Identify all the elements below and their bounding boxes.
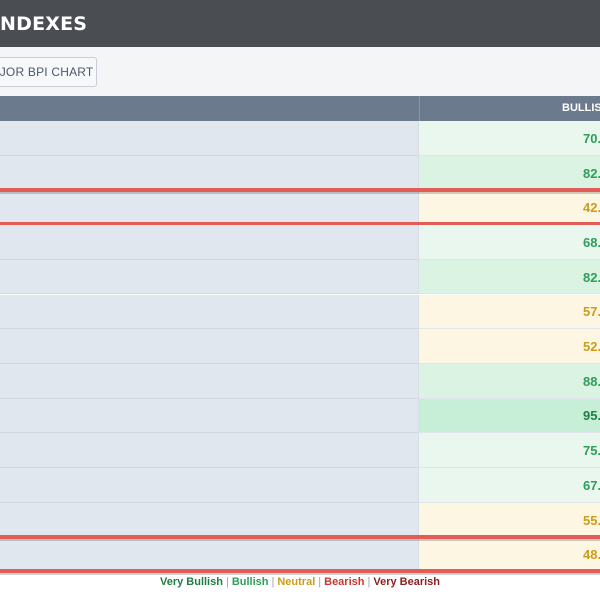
index-name-cell[interactable] [0, 363, 418, 399]
bullish-percent-value: 48. [583, 547, 600, 563]
bullish-percent-value: 42. [583, 200, 600, 216]
index-name-cell[interactable] [0, 433, 418, 468]
bullish-percent-value: 82. [583, 269, 600, 285]
bullish-percent-value: 82. [583, 165, 600, 181]
legend-very-bearish: Very Bearish [373, 576, 440, 588]
table-row[interactable]: 95. [0, 398, 600, 434]
bullish-percent-cell: 82. [418, 259, 600, 295]
index-name-cell[interactable] [0, 537, 418, 573]
bullish-percent-value: 55. [583, 512, 600, 528]
table-row[interactable]: 42. [0, 190, 600, 226]
bullish-percent-value: 67. [583, 477, 600, 493]
bullish-percent-cell: 57. [418, 294, 600, 330]
table-row[interactable]: 82. [0, 259, 600, 295]
bullish-percent-value: 95. [583, 408, 600, 424]
table-row[interactable]: 67. [0, 468, 600, 503]
bullish-percent-cell: 55. [418, 502, 600, 538]
legend-separator: | [271, 576, 275, 588]
index-table: BULLISH [0, 96, 600, 121]
bullish-percent-cell: 52. [418, 329, 600, 364]
table-row[interactable]: 48. [0, 537, 600, 573]
bullish-percent-cell: 75. [418, 433, 600, 468]
bullish-percent-cell: 82. [418, 155, 600, 191]
table-row[interactable]: 55. [0, 502, 600, 538]
index-name-cell[interactable] [0, 329, 418, 364]
page-header: NDEXES [0, 0, 600, 47]
legend-very-bullish: Very Bullish [159, 576, 223, 588]
table-row[interactable]: 52. [0, 329, 600, 364]
column-header-bullish[interactable]: BULLISH [419, 96, 600, 121]
legend-bearish: Bearish [324, 576, 365, 588]
index-name-cell[interactable] [0, 398, 418, 434]
bullish-percent-cell: 48. [418, 537, 600, 573]
bullish-percent-cell: 42. [418, 190, 600, 226]
table-header: BULLISH [0, 96, 600, 121]
table-row[interactable]: 75. [0, 433, 600, 468]
column-header-bullish-label: BULLISH [562, 102, 600, 114]
table-row[interactable]: 88. [0, 363, 600, 399]
selection-shadow-top [0, 539, 600, 542]
bpi-chart-button[interactable]: AJOR BPI CHART [0, 57, 97, 87]
bullish-percent-cell: 68. [418, 225, 600, 260]
index-name-cell[interactable] [0, 502, 418, 538]
index-name-cell[interactable] [0, 259, 418, 295]
index-name-cell[interactable] [0, 225, 418, 260]
legend-separator: | [367, 576, 371, 588]
sentiment-legend: Very Bullish | Bullish | Neutral | Bearish | Ver… [0, 572, 600, 592]
index-name-cell[interactable] [0, 155, 418, 191]
bullish-percent-cell: 70. [418, 121, 600, 156]
index-name-cell[interactable] [0, 468, 418, 503]
page-title: NDEXES [0, 13, 88, 35]
legend-neutral: Neutral [277, 576, 316, 588]
bullish-percent-value: 88. [583, 373, 600, 389]
bullish-percent-value: 57. [583, 304, 600, 320]
bullish-percent-value: 68. [583, 234, 600, 250]
selection-shadow-top [0, 192, 600, 195]
table-row[interactable]: 68. [0, 225, 600, 260]
legend-separator: | [318, 576, 322, 588]
bullish-percent-cell: 67. [418, 468, 600, 503]
column-header-name[interactable] [0, 96, 418, 121]
bullish-percent-value: 70. [583, 130, 600, 146]
toolbar: AJOR BPI CHART [0, 47, 600, 96]
bullish-percent-cell: 88. [418, 363, 600, 399]
index-name-cell[interactable] [0, 190, 418, 226]
bullish-percent-value: 52. [583, 339, 600, 355]
bullish-percent-cell: 95. [418, 398, 600, 434]
legend-separator: | [225, 576, 229, 588]
bullish-percent-value: 75. [583, 443, 600, 459]
legend-bullish: Bullish [231, 576, 269, 588]
table-row[interactable]: 82. [0, 155, 600, 191]
table-row[interactable]: 70. [0, 121, 600, 156]
table-row[interactable]: 57. [0, 294, 600, 330]
index-name-cell[interactable] [0, 121, 418, 156]
index-name-cell[interactable] [0, 294, 418, 330]
